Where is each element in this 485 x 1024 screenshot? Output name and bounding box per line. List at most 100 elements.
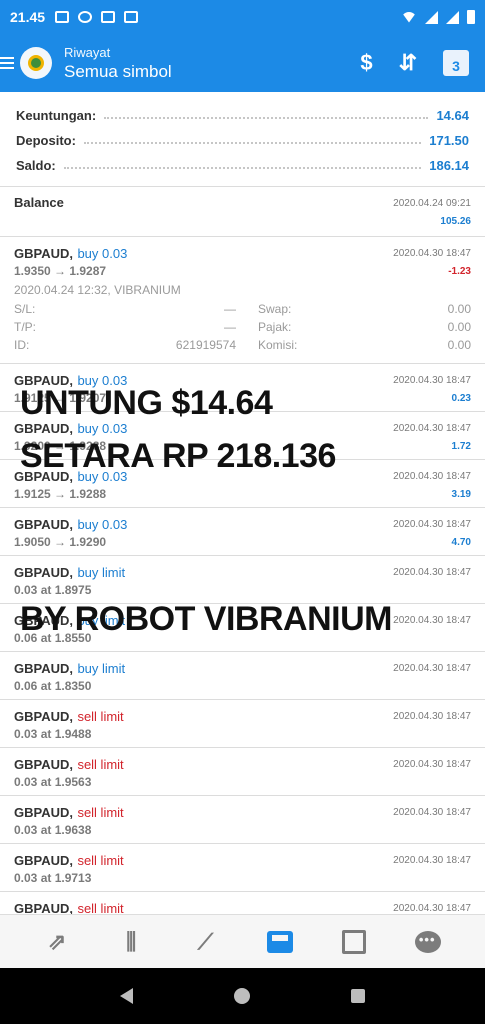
overlay-caption-line1: UNTUNG $14.64 [20,384,273,422]
row-side: buy 0.03 [77,246,128,261]
summary-row-balance: Saldo: 186.14 [16,153,469,178]
trade-row[interactable]: GBPAUD, buy 0.03 1.9050 → 1.9290 2020.04… [0,508,485,556]
row-profit: 105.26 [440,216,471,227]
sl-value: — [224,302,236,316]
row-date: 2020.04.24 09:21 [393,198,471,209]
row-date: 2020.04.30 18:47 [393,423,471,434]
id-value: 621919574 [175,338,236,352]
quotes-icon[interactable]: ⇗ [42,928,72,956]
row-date: 2020.04.30 18:47 [393,375,471,386]
account-summary: Keuntungan: 14.64 Deposito: 171.50 Saldo… [0,92,485,187]
summary-label: Saldo: [16,158,56,173]
row-date: 2020.04.30 18:47 [393,248,471,259]
row-order: 0.03 at 1.9488 [14,727,92,741]
row-date: 2020.04.30 18:47 [393,567,471,578]
order-row[interactable]: GBPAUD, sell limit 0.03 at 1.9713 2020.0… [0,844,485,892]
inbox-shape [266,930,293,953]
expanded-trade-row[interactable]: GBPAUD, buy 0.03 1.9350 → 1.9287 2020.04… [0,237,485,364]
gallery-icon [55,11,70,23]
row-date: 2020.04.30 18:47 [393,903,471,914]
trade-icon[interactable]: ⟋ [190,928,220,956]
chat-icon[interactable] [413,928,443,956]
row-symbol: GBPAUD, [14,757,73,772]
row-side: sell limit [77,853,124,868]
row-date: 2020.04.30 18:47 [393,855,471,866]
row-date: 2020.04.30 18:47 [393,759,471,770]
chart-icon[interactable]: ⫼ [116,928,146,956]
row-symbol: GBPAUD, [14,421,73,436]
row-prices: 1.9125 → 1.9288 [14,487,107,501]
order-row[interactable]: GBPAUD, sell limit 0.03 at 1.9638 2020.0… [0,796,485,844]
row-symbol: GBPAUD, [14,517,73,532]
app-bar: Riwayat Semua simbol $ ⇵ 3 [0,34,485,92]
row-order: 0.06 at 1.8350 [14,679,92,693]
row-order: 0.03 at 1.9713 [14,871,92,885]
history-icon[interactable] [265,928,295,956]
balance-row[interactable]: Balance 2020.04.24 09:21 105.26 [0,187,485,237]
sl-label: S/L: [14,302,36,316]
row-date: 2020.04.30 18:47 [393,663,471,674]
order-row[interactable]: GBPAUD, buy limit 0.06 at 1.8350 2020.04… [0,652,485,700]
row-profit: 0.23 [451,393,471,404]
wifi-icon [401,11,417,23]
title-block[interactable]: Riwayat Semua simbol [64,45,172,82]
clock: 21.45 [10,9,46,25]
chat-bubble-shape [414,930,441,953]
order-row[interactable]: GBPAUD, sell limit 2020.04.30 18:47 [0,892,485,914]
menu-icon[interactable] [0,57,14,69]
row-side: sell limit [77,901,124,914]
screen-icon [101,11,116,23]
row-side: sell limit [77,757,124,772]
swap-value: 0.00 [447,302,471,316]
row-date: 2020.04.30 18:47 [393,711,471,722]
dotted-leader [63,166,422,169]
row-order: 0.03 at 1.9638 [14,823,92,837]
trade-details: 2020.04.24 12:32, VIBRANIUM S/L: — Swap:… [14,278,471,352]
newspaper-shape [341,929,366,954]
row-order: 0.03 at 1.8975 [14,583,92,597]
row-profit: -1.23 [448,266,471,277]
summary-value: 186.14 [429,158,469,173]
home-icon[interactable] [233,988,250,1004]
row-date: 2020.04.30 18:47 [393,615,471,626]
tp-value: — [224,320,236,334]
news-icon[interactable] [339,928,369,956]
row-symbol: GBPAUD, [14,661,73,676]
id-label: ID: [14,338,30,352]
row-profit: 4.70 [451,537,471,548]
order-row[interactable]: GBPAUD, buy limit 0.03 at 1.8975 2020.04… [0,556,485,604]
screen-icon-2 [124,11,139,23]
back-icon[interactable] [120,988,134,1004]
recents-icon[interactable] [350,989,365,1003]
row-side: buy 0.03 [77,421,128,436]
row-profit: 1.72 [451,441,471,452]
order-row[interactable]: GBPAUD, sell limit 0.03 at 1.9488 2020.0… [0,700,485,748]
row-symbol: GBPAUD, [14,901,73,914]
history-list[interactable]: Balance 2020.04.24 09:21 105.26 GBPAUD, … [0,187,485,914]
order-row[interactable]: GBPAUD, sell limit 0.03 at 1.9563 2020.0… [0,748,485,796]
row-symbol: GBPAUD, [14,853,73,868]
row-side: sell limit [77,805,124,820]
row-symbol: GBPAUD, [14,805,73,820]
calendar-icon[interactable]: 3 [443,50,469,76]
symbol-filter-icon[interactable]: $ [360,52,372,74]
signal-icon-2 [446,10,459,24]
dotted-leader [83,141,422,144]
row-prices: 1.9350 → 1.9287 [14,264,107,278]
row-date: 2020.04.30 18:47 [393,519,471,530]
row-date: 2020.04.30 18:47 [393,807,471,818]
row-symbol: GBPAUD, [14,709,73,724]
row-side: buy 0.03 [77,517,128,532]
row-prices: 1.9050 → 1.9290 [14,535,107,549]
commission-label: Komisi: [258,338,298,352]
row-symbol: GBPAUD, [14,565,73,580]
row-side: buy limit [77,661,126,676]
summary-label: Deposito: [16,133,76,148]
sort-icon[interactable]: ⇵ [399,52,417,74]
row-profit: 3.19 [451,489,471,500]
bottom-tab-bar: ⇗ ⫼ ⟋ [0,914,485,968]
tax-value: 0.00 [447,320,471,334]
overlay-caption-line2: SETARA RP 218.136 [20,437,336,475]
signal-icon [425,10,438,24]
summary-value: 14.64 [436,108,469,123]
